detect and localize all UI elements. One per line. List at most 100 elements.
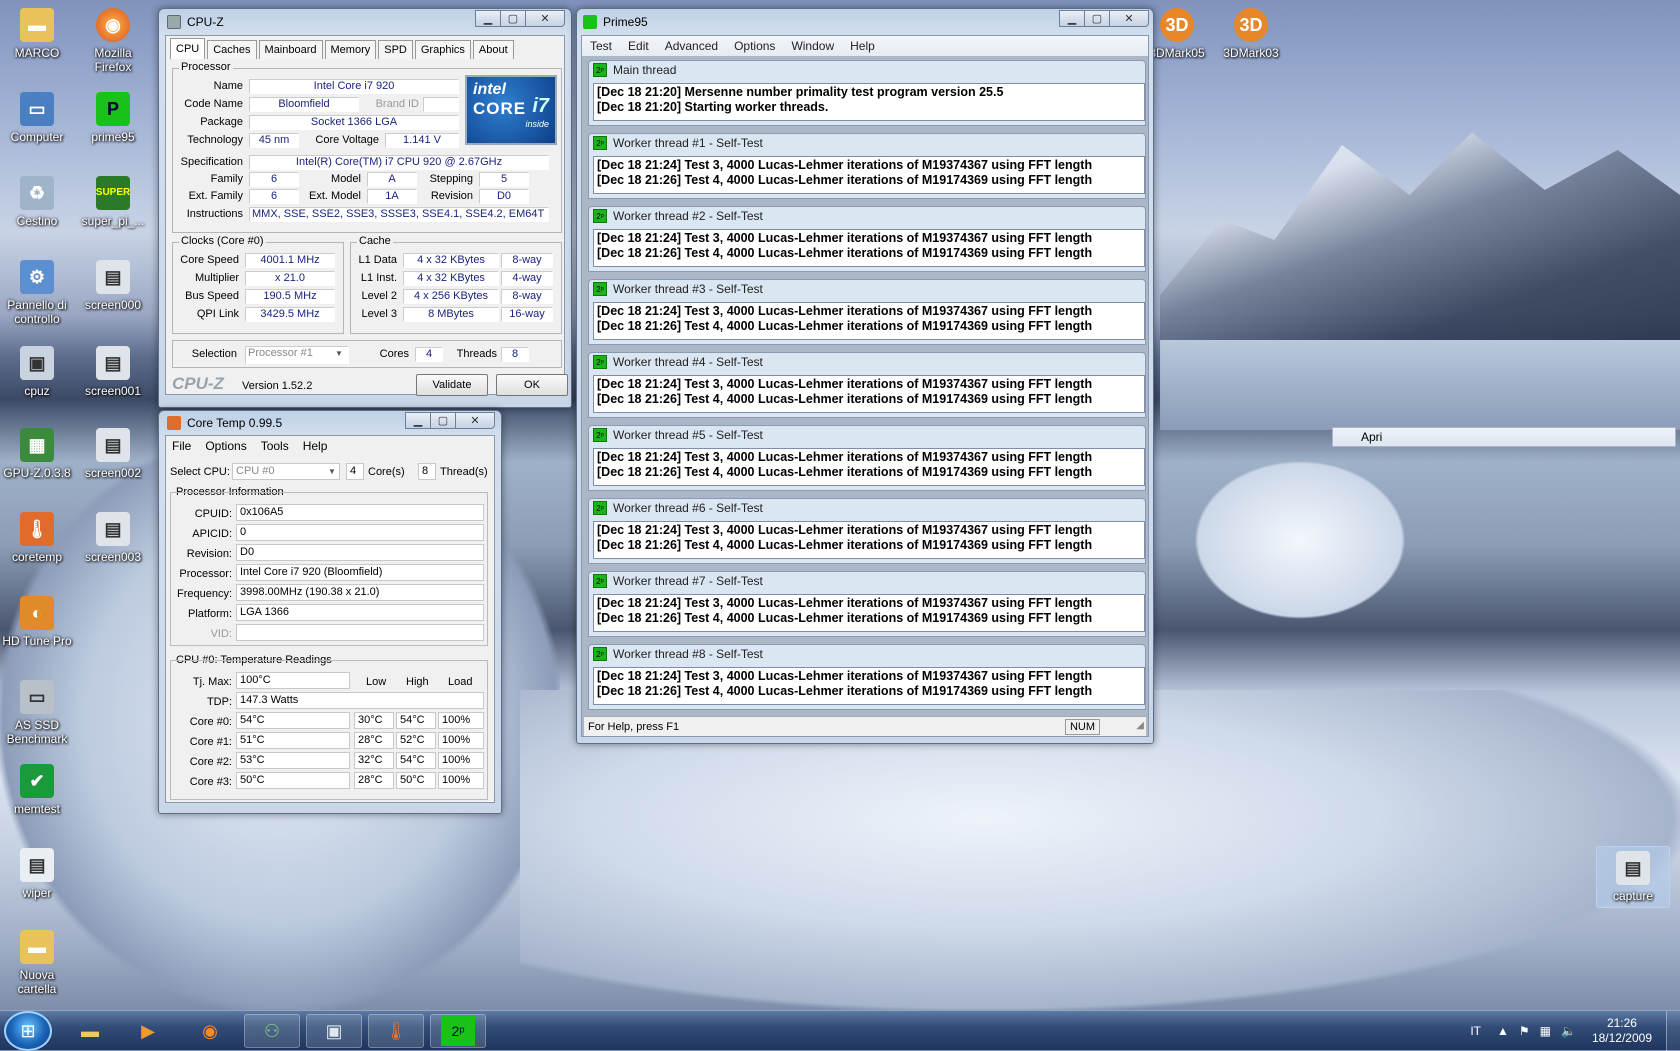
thread-window-3[interactable]: 2ᵖ Worker thread #3 - Self-Test [Dec 18 21… bbox=[588, 279, 1146, 345]
tab-graphics[interactable]: Graphics bbox=[414, 40, 471, 59]
cpuz-icon: ▣ bbox=[20, 346, 54, 380]
desktop-icon-screen000[interactable]: ▤ screen000 bbox=[76, 260, 150, 312]
desktop-icon-asssd[interactable]: ▭ AS SSD Benchmark bbox=[0, 680, 74, 746]
maximize-button[interactable]: ▢ bbox=[430, 412, 456, 429]
taskbar-explorer[interactable]: ▬ bbox=[62, 1014, 118, 1048]
menu-options[interactable]: Options bbox=[734, 39, 775, 53]
desktop-icon-gpuz[interactable]: ▦ GPU-Z.0.3.8 bbox=[0, 428, 74, 480]
cpuz-app-icon bbox=[167, 15, 181, 29]
desktop-icon-memtest[interactable]: ✔ memtest bbox=[0, 764, 74, 816]
coretemp-titlebar[interactable]: Core Temp 0.99.5 ▁ ▢ ✕ bbox=[165, 411, 495, 435]
desktop-icon-screen001[interactable]: ▤ screen001 bbox=[76, 346, 150, 398]
thread-window-2[interactable]: 2ᵖ Worker thread #2 - Self-Test [Dec 18 21… bbox=[588, 206, 1146, 272]
close-button[interactable]: ✕ bbox=[525, 10, 565, 27]
desktop-icon-screen002[interactable]: ▤ screen002 bbox=[76, 428, 150, 480]
desktop-icon-superpi[interactable]: SUPER super_pi_... bbox=[76, 176, 150, 228]
taskbar-media-player[interactable]: ▶ bbox=[120, 1014, 176, 1048]
minimize-button[interactable]: ▁ bbox=[405, 412, 431, 429]
desktop-icon-3dmark03[interactable]: 3D 3DMark03 bbox=[1214, 8, 1288, 60]
menu-file[interactable]: File bbox=[172, 439, 191, 453]
superpi-icon: SUPER bbox=[96, 176, 130, 210]
validate-button[interactable]: Validate bbox=[416, 374, 488, 396]
desktop-icon-screen003[interactable]: ▤ screen003 bbox=[76, 512, 150, 564]
chevron-down-icon[interactable]: ▼ bbox=[328, 467, 336, 476]
thread-log: [Dec 18 21:24] Test 3, 4000 Lucas-Lehmer… bbox=[593, 375, 1145, 413]
volume-icon[interactable]: 🔈 bbox=[1561, 1024, 1576, 1038]
maximize-icon: ▢ bbox=[437, 415, 449, 427]
desktop-icon-cestino[interactable]: ♻ Cestino bbox=[0, 176, 74, 228]
level2-way: 8-way bbox=[501, 289, 553, 304]
tab-cpu[interactable]: CPU bbox=[170, 38, 206, 59]
tab-spd[interactable]: SPD bbox=[378, 40, 413, 59]
col-low-label: Low bbox=[366, 676, 387, 688]
thread-window-8[interactable]: 2ᵖ Worker thread #8 - Self-Test [Dec 18 21… bbox=[588, 644, 1146, 710]
desktop-icon-capture[interactable]: ▤ capture bbox=[1596, 846, 1670, 908]
maximize-button[interactable]: ▢ bbox=[500, 10, 526, 27]
tab-mainboard[interactable]: Mainboard bbox=[258, 40, 323, 59]
maximize-button[interactable]: ▢ bbox=[1084, 10, 1110, 27]
package-value: Socket 1366 LGA bbox=[249, 115, 459, 130]
ext-model-label: Ext. Model bbox=[309, 190, 361, 202]
selection-label: Selection bbox=[191, 348, 237, 360]
thread-window-7[interactable]: 2ᵖ Worker thread #7 - Self-Test [Dec 18 21… bbox=[588, 571, 1146, 637]
desktop-icon-marco[interactable]: ▬ MARCO bbox=[0, 8, 74, 60]
chevron-up-icon[interactable]: ▲ bbox=[1497, 1024, 1509, 1038]
desktop-icon-nuova-cartella[interactable]: ▬ Nuova cartella bbox=[0, 930, 74, 996]
menu-window[interactable]: Window bbox=[791, 39, 834, 53]
taskbar-network[interactable]: ⚇ bbox=[244, 1014, 300, 1048]
thread-window-1[interactable]: 2ᵖ Worker thread #1 - Self-Test [Dec 18 21… bbox=[588, 133, 1146, 199]
thread-window-5[interactable]: 2ᵖ Worker thread #5 - Self-Test [Dec 18 21… bbox=[588, 425, 1146, 491]
desktop-icon-prime95[interactable]: Pprime95 bbox=[76, 92, 150, 144]
menu-advanced[interactable]: Advanced bbox=[665, 39, 718, 53]
level2-size: 4 x 256 KBytes bbox=[403, 289, 499, 304]
thread-window-main[interactable]: 2ᵖ Main thread [Dec 18 21:20] Mersenne num… bbox=[588, 60, 1146, 126]
resize-grip-icon[interactable]: ◢ bbox=[1136, 716, 1144, 736]
minimize-button[interactable]: ▁ bbox=[1059, 10, 1085, 27]
tab-memory[interactable]: Memory bbox=[324, 40, 377, 59]
menu-options[interactable]: Options bbox=[205, 439, 246, 453]
menu-test[interactable]: Test bbox=[590, 39, 612, 53]
minimize-button[interactable]: ▁ bbox=[475, 10, 501, 27]
desktop-icon-computer[interactable]: ▭ Computer bbox=[0, 92, 74, 144]
prime95-titlebar[interactable]: Prime95 ▁ ▢ ✕ bbox=[581, 9, 1149, 35]
menu-help[interactable]: Help bbox=[303, 439, 328, 453]
ext-model-value: 1A bbox=[367, 189, 417, 204]
taskbar-cpuz[interactable]: ▣ bbox=[306, 1014, 362, 1048]
thread-window-6[interactable]: 2ᵖ Worker thread #6 - Self-Test [Dec 18 21… bbox=[588, 498, 1146, 564]
start-button[interactable]: ⊞ bbox=[4, 1011, 52, 1051]
clock[interactable]: 21:26 18/12/2009 bbox=[1592, 1016, 1652, 1046]
menu-help[interactable]: Help bbox=[850, 39, 875, 53]
menu-tools[interactable]: Tools bbox=[261, 439, 289, 453]
desktop-icon-coretemp[interactable]: 🌡 coretemp bbox=[0, 512, 74, 564]
context-menu-open[interactable]: Apri bbox=[1332, 427, 1676, 447]
chevron-down-icon[interactable]: ▼ bbox=[335, 349, 343, 358]
taskbar-prime95[interactable]: 2ᵖ bbox=[430, 1014, 486, 1048]
desktop-icon-hdtune[interactable]: ◐ HD Tune Pro bbox=[0, 596, 74, 648]
selection-dropdown[interactable]: Processor #1 bbox=[245, 346, 349, 364]
taskbar-coretemp[interactable]: 🌡 bbox=[368, 1014, 424, 1048]
l1-data-way: 8-way bbox=[501, 253, 553, 268]
desktop-icon-wiper[interactable]: ▤ wiper bbox=[0, 848, 74, 900]
menu-edit[interactable]: Edit bbox=[628, 39, 649, 53]
taskbar-firefox[interactable]: ◉ bbox=[182, 1014, 238, 1048]
close-button[interactable]: ✕ bbox=[1109, 10, 1149, 27]
tab-about[interactable]: About bbox=[472, 40, 514, 59]
tab-caches[interactable]: Caches bbox=[207, 40, 257, 59]
desktop-icon-firefox[interactable]: ◉ Mozilla Firefox bbox=[76, 8, 150, 74]
desktop-icon-cpuz[interactable]: ▣ cpuz bbox=[0, 346, 74, 398]
core-low: 30°C bbox=[354, 712, 394, 729]
cpuz-titlebar[interactable]: CPU-Z ▁ ▢ ✕ bbox=[165, 9, 565, 35]
thread-log: [Dec 18 21:20] Mersenne number primality… bbox=[593, 83, 1145, 121]
language-indicator[interactable]: IT bbox=[1470, 1024, 1481, 1038]
show-desktop-button[interactable] bbox=[1666, 1011, 1680, 1051]
thread-log: [Dec 18 21:24] Test 3, 4000 Lucas-Lehmer… bbox=[593, 302, 1145, 340]
desktop-icon-control-panel[interactable]: ⚙ Pannello di controllo bbox=[0, 260, 74, 326]
flag-icon[interactable]: ⚑ bbox=[1519, 1024, 1530, 1038]
network-tray-icon[interactable]: ▦ bbox=[1540, 1024, 1551, 1038]
select-cpu-dropdown[interactable]: CPU #0 bbox=[232, 463, 340, 480]
thread-window-4[interactable]: 2ᵖ Worker thread #4 - Self-Test [Dec 18 21… bbox=[588, 352, 1146, 418]
ok-button[interactable]: OK bbox=[496, 374, 568, 396]
close-button[interactable]: ✕ bbox=[455, 412, 495, 429]
technology-label: Technology bbox=[187, 134, 243, 146]
cpuz-version: Version 1.52.2 bbox=[242, 380, 313, 392]
